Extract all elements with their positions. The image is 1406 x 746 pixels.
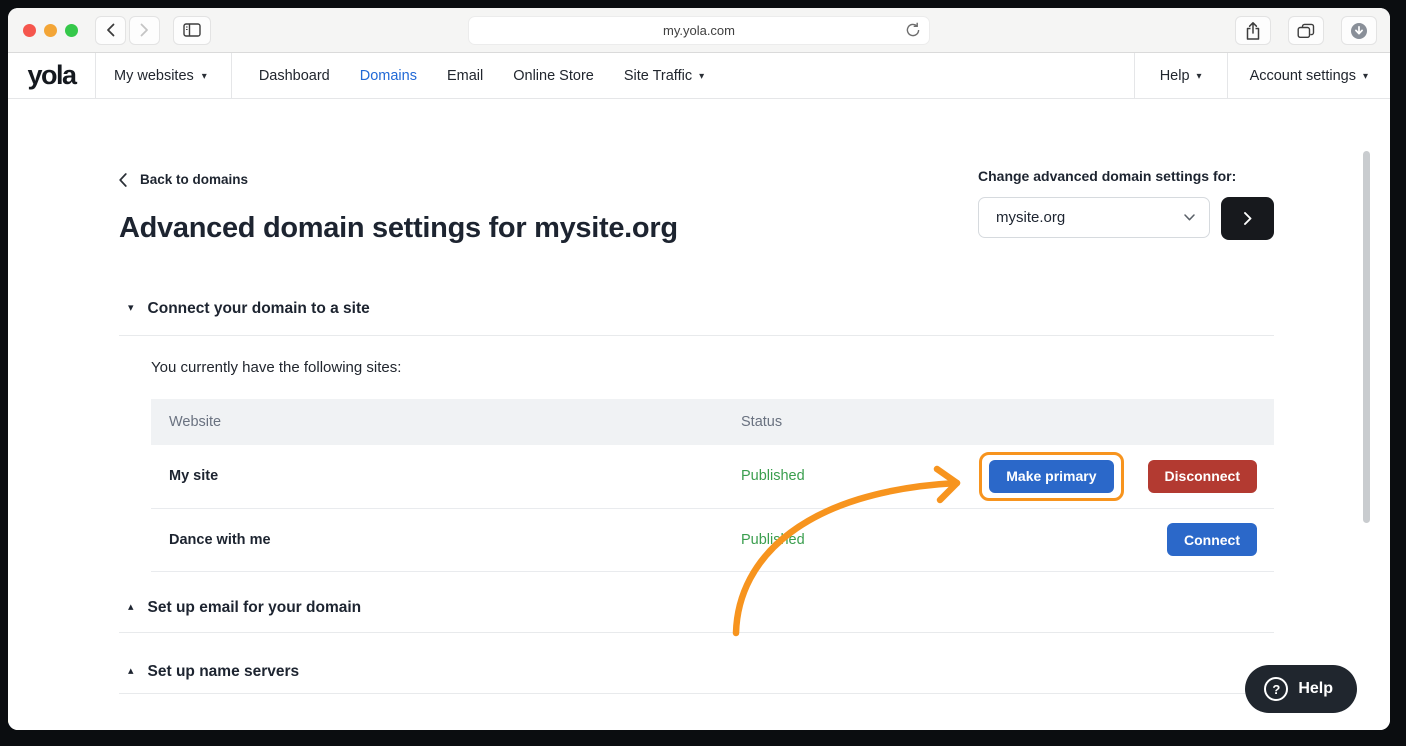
- browser-back-button[interactable]: [95, 16, 126, 45]
- chevron-left-icon: [119, 173, 127, 187]
- chevron-right-icon: [1244, 212, 1252, 225]
- help-widget-label: Help: [1298, 680, 1333, 698]
- back-link-label: Back to domains: [140, 172, 248, 187]
- section-title: Set up email for your domain: [148, 599, 362, 617]
- back-to-domains-link[interactable]: Back to domains: [119, 172, 248, 187]
- my-websites-label: My websites: [114, 68, 194, 84]
- yola-logo[interactable]: yola: [8, 53, 96, 98]
- my-websites-dropdown[interactable]: My websites ▾: [96, 53, 232, 98]
- address-bar-url: my.yola.com: [663, 23, 735, 38]
- chevron-left-icon: [106, 23, 115, 37]
- sidebar-icon: [183, 23, 201, 37]
- disconnect-button[interactable]: Disconnect: [1148, 460, 1257, 493]
- nav-link-online-store[interactable]: Online Store: [513, 68, 594, 84]
- email-section: ▴ Set up email for your domain: [119, 572, 1274, 633]
- section-title: Connect your domain to a site: [148, 300, 370, 318]
- primary-nav: Dashboard Domains Email Online Store Sit…: [259, 53, 704, 98]
- browser-titlebar: my.yola.com: [8, 8, 1390, 53]
- site-name: Dance with me: [151, 532, 741, 548]
- help-dropdown[interactable]: Help ▾: [1134, 53, 1227, 98]
- nav-link-dashboard[interactable]: Dashboard: [259, 68, 330, 84]
- minimize-window-button[interactable]: [44, 24, 57, 37]
- annotation-highlight-box: Make primary: [979, 452, 1123, 501]
- page-content: Back to domains Advanced domain settings…: [8, 99, 1390, 730]
- traffic-lights: [23, 24, 78, 37]
- yola-logo-text: yola: [27, 60, 75, 91]
- column-header-status: Status: [741, 414, 782, 430]
- site-name: My site: [151, 468, 741, 484]
- sites-table-header: Website Status: [151, 399, 1274, 445]
- download-icon: [1350, 22, 1368, 40]
- domain-switcher: Change advanced domain settings for: mys…: [978, 168, 1274, 240]
- app-navbar: yola My websites ▾ Dashboard Domains Ema…: [8, 53, 1390, 99]
- share-button[interactable]: [1235, 16, 1271, 45]
- table-row: My site Published Make primary Disconnec…: [151, 445, 1274, 509]
- caret-down-icon: ▾: [128, 303, 134, 314]
- status-badge: Published: [741, 532, 805, 548]
- caret-down-icon: ▾: [699, 72, 704, 82]
- connect-domain-section-header[interactable]: ▾ Connect your domain to a site: [119, 300, 1274, 336]
- refresh-icon: [905, 22, 921, 38]
- question-circle-icon: ?: [1264, 677, 1288, 701]
- domain-select[interactable]: mysite.org: [978, 197, 1210, 238]
- account-settings-dropdown[interactable]: Account settings ▾: [1227, 53, 1390, 98]
- caret-down-icon: ▾: [202, 72, 207, 82]
- tabs-icon: [1297, 23, 1315, 39]
- column-header-website: Website: [151, 414, 741, 430]
- email-section-header[interactable]: ▴ Set up email for your domain: [119, 572, 1274, 633]
- chevron-right-icon: [140, 23, 149, 37]
- share-icon: [1245, 21, 1261, 41]
- caret-down-icon: ▾: [1197, 72, 1202, 82]
- domain-switcher-label: Change advanced domain settings for:: [978, 168, 1274, 184]
- nav-link-domains[interactable]: Domains: [360, 68, 417, 84]
- caret-up-icon: ▴: [128, 666, 134, 677]
- zoom-window-button[interactable]: [65, 24, 78, 37]
- table-row: Dance with me Published Connect: [151, 509, 1274, 572]
- account-settings-label: Account settings: [1250, 68, 1356, 84]
- close-window-button[interactable]: [23, 24, 36, 37]
- scrollbar-thumb[interactable]: [1363, 151, 1370, 523]
- address-bar[interactable]: my.yola.com: [468, 16, 930, 45]
- refresh-button[interactable]: [905, 22, 921, 41]
- help-label: Help: [1160, 68, 1190, 84]
- downloads-button[interactable]: [1341, 16, 1377, 45]
- nameservers-section: ▴ Set up name servers: [119, 633, 1274, 694]
- status-badge: Published: [741, 468, 805, 484]
- help-widget-button[interactable]: ? Help: [1245, 665, 1357, 713]
- connect-button[interactable]: Connect: [1167, 523, 1257, 556]
- caret-down-icon: ▾: [1363, 72, 1368, 82]
- nameservers-section-header[interactable]: ▴ Set up name servers: [119, 633, 1274, 694]
- nav-link-site-traffic[interactable]: Site Traffic ▾: [624, 68, 704, 84]
- domain-switch-go-button[interactable]: [1221, 197, 1274, 240]
- sites-table: Website Status My site Published Make pr…: [151, 399, 1274, 572]
- sites-intro-text: You currently have the following sites:: [151, 359, 1274, 376]
- browser-forward-button[interactable]: [129, 16, 160, 45]
- section-title: Set up name servers: [148, 663, 300, 681]
- sidebar-toggle-button[interactable]: [173, 16, 211, 45]
- make-primary-button[interactable]: Make primary: [989, 460, 1113, 493]
- browser-window: my.yola.com: [8, 8, 1390, 730]
- connect-domain-section: ▾ Connect your domain to a site You curr…: [119, 300, 1274, 572]
- nav-link-email[interactable]: Email: [447, 68, 483, 84]
- domain-select-value: mysite.org: [996, 209, 1065, 226]
- caret-up-icon: ▴: [128, 602, 134, 613]
- tab-overview-button[interactable]: [1288, 16, 1324, 45]
- chevron-down-icon: [1184, 214, 1195, 221]
